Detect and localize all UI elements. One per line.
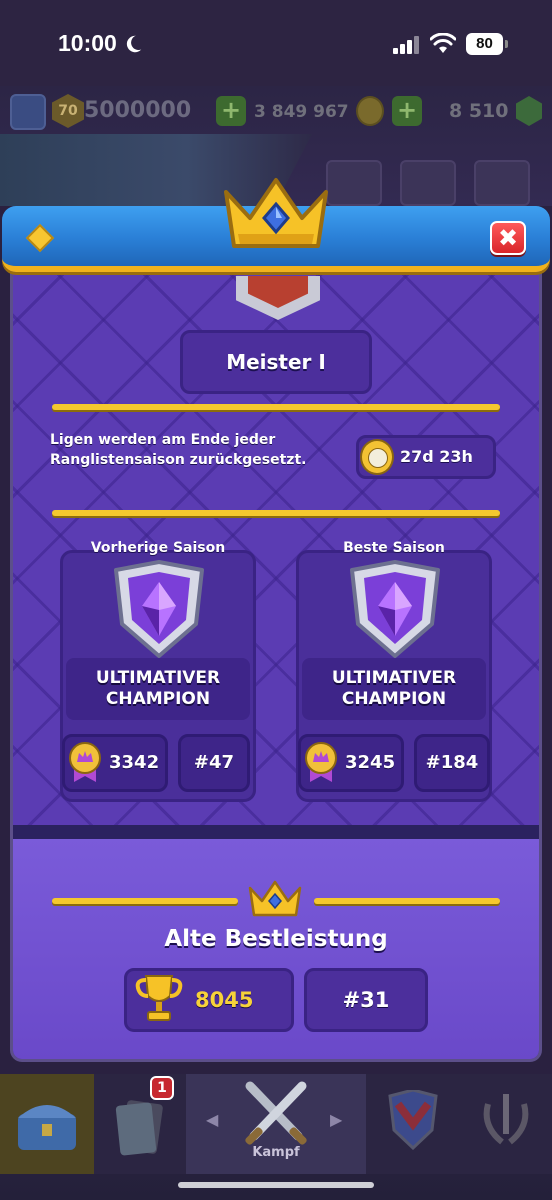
crossed-swords-icon xyxy=(245,1081,307,1145)
previous-season-league: Ultimativer Champion xyxy=(66,658,250,720)
divider-line xyxy=(52,510,500,516)
status-time: 10:00 xyxy=(58,30,117,56)
moon-icon xyxy=(126,35,142,53)
best-season-league: Ultimativer Champion xyxy=(302,658,486,720)
friends-button[interactable] xyxy=(326,160,382,206)
champion-shield-icon xyxy=(350,560,440,658)
divider-line xyxy=(52,898,238,904)
timer-text: 27d 23h xyxy=(400,447,473,466)
level-badge: 70 xyxy=(52,94,84,128)
add-gold-button[interactable]: + xyxy=(216,96,246,126)
battery-icon: 80 xyxy=(466,33,508,55)
laurel-sword-icon xyxy=(483,1094,529,1145)
medal-icon xyxy=(69,742,101,782)
nav-left-arrow-icon: ◀ xyxy=(206,1110,219,1129)
best-season-trophies: 3245 xyxy=(345,752,396,773)
modal-divider xyxy=(13,825,539,839)
previous-season-label: Vorherige Saison xyxy=(90,540,226,556)
status-bar: 10:00 80 xyxy=(0,0,552,86)
battle-tab-label: Kampf xyxy=(252,1145,300,1160)
trophy-icon xyxy=(135,975,183,1021)
best-season-rank-box: #184 xyxy=(414,734,490,792)
home-indicator[interactable] xyxy=(178,1182,374,1188)
crown-icon xyxy=(224,178,328,248)
crown-icon xyxy=(248,880,302,917)
wifi-icon xyxy=(430,33,456,53)
clan-shield-icon xyxy=(388,1090,438,1150)
news-button[interactable] xyxy=(400,160,456,206)
best-record-rank: #31 xyxy=(342,988,390,1012)
clock-icon xyxy=(360,439,394,475)
profile-avatar[interactable] xyxy=(10,94,46,130)
best-season-rank: #184 xyxy=(425,752,479,773)
divider-line xyxy=(52,404,500,410)
best-season-label: Beste Saison xyxy=(343,540,445,556)
cards-notification-badge: 1 xyxy=(150,1076,174,1100)
medal-icon xyxy=(305,742,337,782)
league-name: Meister I xyxy=(180,330,372,394)
menu-button[interactable] xyxy=(474,160,530,206)
gold-value: 3 849 967 xyxy=(254,102,349,122)
close-button[interactable]: ✖ xyxy=(490,221,526,255)
signal-icon xyxy=(393,36,419,54)
previous-season-rank-box: #47 xyxy=(178,734,250,792)
gold-coin-icon xyxy=(356,96,384,126)
reset-info-text: Ligen werden am Ende jeder Ranglistensai… xyxy=(50,432,307,468)
divider-line xyxy=(314,898,500,904)
best-record-title: Alte Bestleistung xyxy=(164,926,388,952)
previous-season-trophies: 3342 xyxy=(109,752,160,773)
nav-right-arrow-icon: ▶ xyxy=(330,1110,343,1129)
gems-value: 8 510 xyxy=(449,100,509,122)
gem-icon xyxy=(516,96,542,126)
best-record-trophies: 8045 xyxy=(195,988,254,1012)
champion-shield-icon xyxy=(114,560,204,658)
previous-season-rank: #47 xyxy=(193,752,235,773)
xp-value: 5000000 xyxy=(84,98,192,123)
best-record-rank-box: #31 xyxy=(304,968,428,1032)
add-gems-button[interactable]: + xyxy=(392,96,422,126)
